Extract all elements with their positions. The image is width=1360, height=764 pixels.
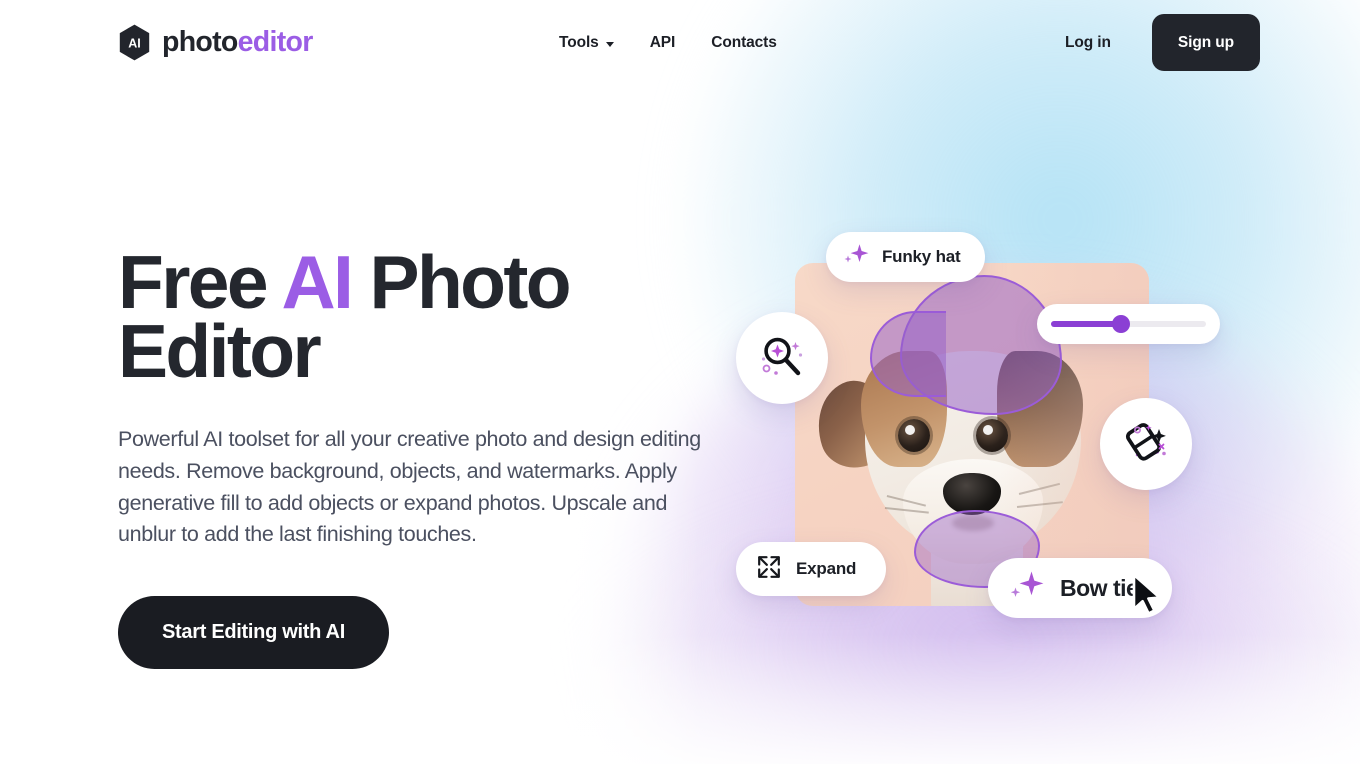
logo[interactable]: AI photoeditor (118, 24, 313, 61)
magic-eraser-icon (1117, 413, 1175, 476)
tool-magic-eraser[interactable] (1100, 398, 1192, 490)
login-button[interactable]: Log in (1045, 20, 1131, 66)
nav-item-tools[interactable]: Tools (557, 30, 616, 56)
chip-bow-tie[interactable]: Bow tie (988, 558, 1173, 618)
main-navigation: Tools API Contacts (557, 30, 779, 56)
slider-knob[interactable] (1111, 315, 1130, 333)
chevron-down-icon (605, 41, 614, 47)
chip-label-expand: Expand (796, 559, 857, 578)
hero-visual: Funky hat Bow tie Expand (700, 86, 1320, 746)
svg-text:AI: AI (128, 37, 141, 51)
auth-actions: Log in Sign up (1045, 14, 1260, 71)
nav-label-api: API (649, 34, 676, 51)
chip-label-funky-hat: Funky hat (882, 247, 961, 266)
tool-upscale[interactable] (736, 312, 828, 404)
sparkle-icon (1008, 569, 1048, 608)
start-editing-button[interactable]: Start Editing with AI (118, 596, 389, 670)
signup-button[interactable]: Sign up (1151, 14, 1260, 71)
chip-expand[interactable]: Expand (736, 542, 887, 596)
nav-label-tools: Tools (559, 34, 599, 51)
adjustment-slider-card[interactable] (1037, 304, 1220, 344)
hero-subtitle: Powerful AI toolset for all your creativ… (118, 427, 701, 547)
sparkle-icon (842, 242, 872, 273)
dog-mouth-shadow (952, 515, 994, 531)
logo-word-editor: editor (237, 26, 314, 59)
dog-patch-left (861, 351, 947, 467)
chip-funky-hat[interactable]: Funky hat (826, 232, 985, 282)
logo-hexagon-icon: AI (118, 24, 151, 61)
nav-label-contacts: Contacts (711, 34, 777, 51)
hero-copy: Free AI Photo Editor Powerful AI toolset… (118, 245, 718, 670)
nav-item-api[interactable]: API (648, 30, 678, 56)
magnifier-sparkle-icon (754, 328, 810, 389)
slider-fill (1051, 321, 1121, 327)
expand-arrows-icon (756, 554, 782, 585)
chip-label-bow-tie: Bow tie (1060, 574, 1139, 601)
page-title: Free AI Photo Editor (118, 245, 718, 389)
site-header: AI photoeditor Tools API Contacts Log in… (0, 0, 1360, 86)
dog-eye-left (898, 419, 930, 452)
nav-item-contacts[interactable]: Contacts (709, 30, 779, 56)
logo-word-photo: photo (162, 26, 238, 59)
logo-wordmark: photoeditor (162, 28, 313, 57)
